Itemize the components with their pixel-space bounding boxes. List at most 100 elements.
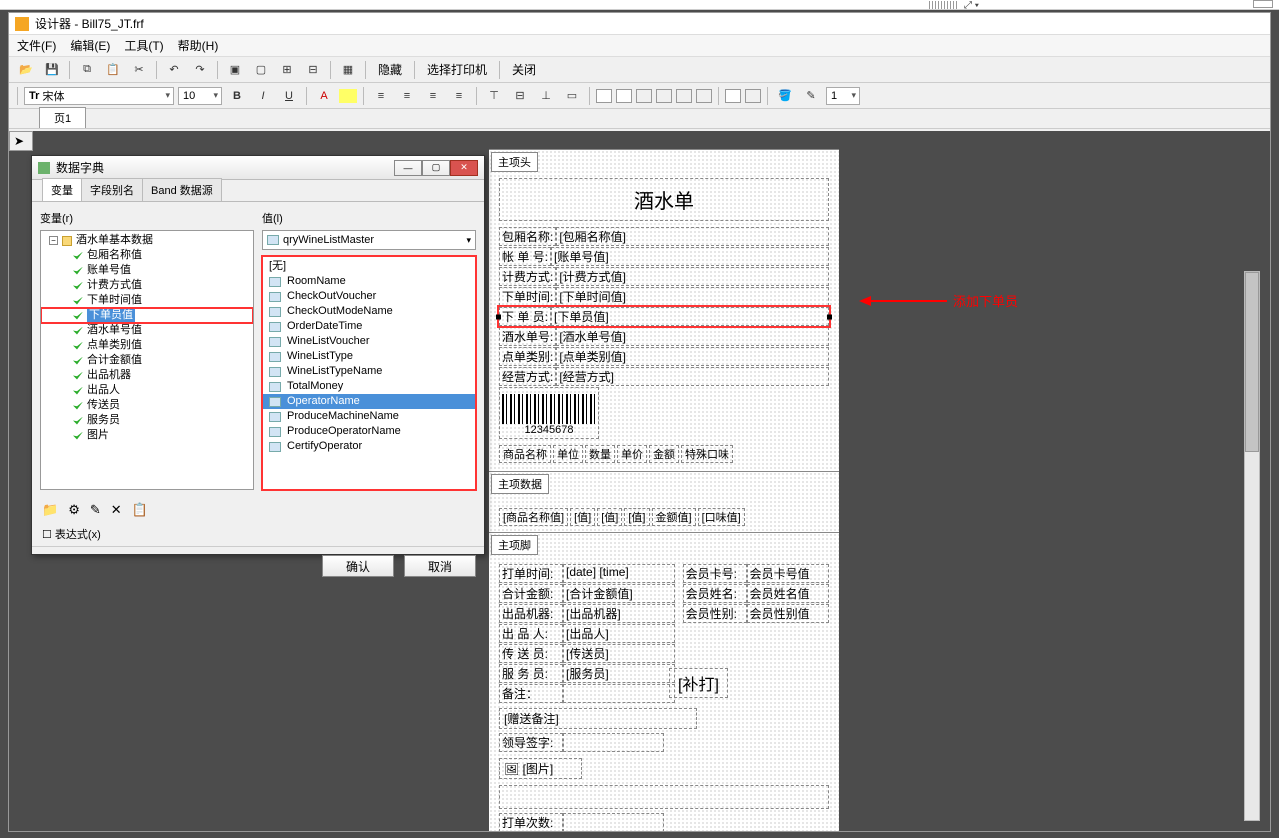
expression-checkbox[interactable]: ☐ 表达式(x)	[32, 522, 484, 546]
italic-icon[interactable]: I	[252, 86, 274, 106]
report-field[interactable]: 计费方式:[计费方式值]	[499, 267, 829, 286]
report-field[interactable]: 帐 单 号:[账单号值]	[499, 247, 829, 266]
footer-band[interactable]: 主项脚 打单时间:[date] [time]合计金额:[合计金额值]出品机器:[…	[489, 532, 839, 831]
frame-icon[interactable]	[725, 89, 741, 103]
border-top-icon[interactable]	[676, 89, 692, 103]
tree-item[interactable]: 合计金额值	[41, 353, 253, 368]
field-item[interactable]: OrderDateTime	[263, 319, 475, 334]
fields-list[interactable]: [无]RoomNameCheckOutVoucherCheckOutModeNa…	[262, 256, 476, 490]
new-folder-icon[interactable]: 📁	[42, 502, 58, 518]
tree-item[interactable]: 下单时间值	[41, 293, 253, 308]
page-tab-1[interactable]: 页1	[39, 107, 86, 128]
pointer-tool-icon[interactable]: ➤	[14, 134, 24, 148]
menu-tools[interactable]: 工具(T)	[124, 37, 163, 54]
field-item[interactable]: [无]	[263, 259, 475, 274]
fill-color-icon[interactable]: 🪣	[774, 86, 796, 106]
footer-field[interactable]: 出品机器:[出品机器]	[499, 604, 675, 623]
highlight-icon[interactable]	[339, 89, 357, 103]
field-item[interactable]: CheckOutModeName	[263, 304, 475, 319]
outer-minimize-icon[interactable]	[1253, 0, 1273, 8]
send-back-icon[interactable]: ▢	[250, 60, 272, 80]
tree-root[interactable]: −酒水单基本数据	[41, 233, 253, 248]
footer-field[interactable]: 服 务 员:[服务员]	[499, 664, 675, 683]
line-width-select[interactable]: 1	[826, 87, 860, 105]
cancel-button[interactable]: 取消	[404, 555, 476, 577]
tree-item[interactable]: 下单员值	[41, 308, 253, 323]
field-item[interactable]: CheckOutVoucher	[263, 289, 475, 304]
grid-icon[interactable]: ▦	[337, 60, 359, 80]
ungroup-icon[interactable]: ⊟	[302, 60, 324, 80]
scrollbar-thumb[interactable]	[1245, 272, 1259, 452]
border-right-icon[interactable]	[656, 89, 672, 103]
delete-icon[interactable]: ✕	[111, 502, 122, 518]
dialog-close-icon[interactable]: ✕	[450, 160, 478, 176]
field-item[interactable]: CertifyOperator	[263, 439, 475, 454]
redo-icon[interactable]: ↷	[189, 60, 211, 80]
open-icon[interactable]: 📂	[15, 60, 37, 80]
edit-icon[interactable]: ✎	[90, 502, 101, 518]
size-select[interactable]: 10	[178, 87, 222, 105]
tree-item[interactable]: 出品人	[41, 383, 253, 398]
data-cell[interactable]: [值]	[570, 508, 595, 526]
footer-field[interactable]: 传 送 员:[传送员]	[499, 644, 675, 663]
paste-icon[interactable]: 📋	[102, 60, 124, 80]
data-cell[interactable]: [值]	[597, 508, 622, 526]
header-band[interactable]: 主项头 酒水单 包厢名称:[包厢名称值]帐 单 号:[账单号值]计费方式:[计费…	[489, 149, 839, 471]
valign-bot-icon[interactable]: ⊥	[535, 86, 557, 106]
data-band[interactable]: 主项数据 [商品名称值][值][值][值]金额值][口味值]	[489, 471, 839, 532]
data-cell[interactable]: [口味值]	[698, 508, 745, 526]
menu-file[interactable]: 文件(F)	[17, 37, 56, 54]
tree-item[interactable]: 账单号值	[41, 263, 253, 278]
align-justify-icon[interactable]: ≡	[448, 86, 470, 106]
expand-icon[interactable]: ⤢ ▾	[964, 0, 979, 11]
field-item[interactable]: RoomName	[263, 274, 475, 289]
font-color-icon[interactable]: A	[313, 86, 335, 106]
footer-field[interactable]: 出 品 人:[出品人]	[499, 624, 675, 643]
tab-variables[interactable]: 变量	[42, 178, 82, 201]
empty-box[interactable]	[499, 785, 829, 809]
frame2-icon[interactable]	[745, 89, 761, 103]
dialog-max-icon[interactable]: ▢	[422, 160, 450, 176]
undo-icon[interactable]: ↶	[163, 60, 185, 80]
tree-item[interactable]: 计费方式值	[41, 278, 253, 293]
border-none-icon[interactable]	[616, 89, 632, 103]
dialog-min-icon[interactable]: —	[394, 160, 422, 176]
field-item[interactable]: ProduceMachineName	[263, 409, 475, 424]
align-right-icon[interactable]: ≡	[422, 86, 444, 106]
member-field[interactable]: 会员姓名:会员姓名值	[683, 584, 829, 603]
tree-item[interactable]: 服务员	[41, 413, 253, 428]
data-cell[interactable]: 金额值]	[652, 508, 696, 526]
menu-edit[interactable]: 编辑(E)	[70, 37, 110, 54]
tree-item[interactable]: 传送员	[41, 398, 253, 413]
insert-band-icon[interactable]: ▭	[561, 86, 583, 106]
align-left-icon[interactable]: ≡	[370, 86, 392, 106]
tree-item[interactable]: 包厢名称值	[41, 248, 253, 263]
report-page[interactable]: 主项头 酒水单 包厢名称:[包厢名称值]帐 单 号:[账单号值]计费方式:[计费…	[489, 149, 839, 831]
report-field[interactable]: 经营方式:[经营方式]	[499, 367, 829, 386]
reprint-badge[interactable]: [补打]	[669, 668, 728, 698]
select-printer-button[interactable]: 选择打印机	[421, 61, 493, 78]
dialog-titlebar[interactable]: 数据字典 — ▢ ✕	[32, 156, 484, 180]
footer-field[interactable]: 合计金额:[合计金额值]	[499, 584, 675, 603]
line-color-icon[interactable]: ✎	[800, 86, 822, 106]
refresh-icon[interactable]: 📋	[132, 502, 148, 518]
new-var-icon[interactable]: ⚙	[68, 502, 80, 518]
copy-icon[interactable]: ⧉	[76, 60, 98, 80]
footer-field[interactable]: 打单时间:[date] [time]	[499, 564, 675, 583]
datasource-select[interactable]: qryWineListMaster	[262, 230, 476, 250]
report-title[interactable]: 酒水单	[499, 178, 829, 221]
tree-item[interactable]: 酒水单号值	[41, 323, 253, 338]
data-row[interactable]: [商品名称值][值][值][值]金额值][口味值]	[499, 508, 829, 526]
menu-help[interactable]: 帮助(H)	[178, 37, 219, 54]
member-field[interactable]: 会员性别:会员性别值	[683, 604, 829, 623]
field-item[interactable]: WineListType	[263, 349, 475, 364]
valign-top-icon[interactable]: ⊤	[483, 86, 505, 106]
bring-front-icon[interactable]: ▣	[224, 60, 246, 80]
border-bottom-icon[interactable]	[696, 89, 712, 103]
footer-field[interactable]: 备注：	[499, 684, 675, 703]
report-field[interactable]: 点单类别:[点单类别值]	[499, 347, 829, 366]
save-icon[interactable]: 💾	[41, 60, 63, 80]
data-cell[interactable]: [商品名称值]	[499, 508, 568, 526]
close-button[interactable]: 关闭	[506, 61, 542, 78]
tab-band-source[interactable]: Band 数据源	[142, 178, 222, 201]
